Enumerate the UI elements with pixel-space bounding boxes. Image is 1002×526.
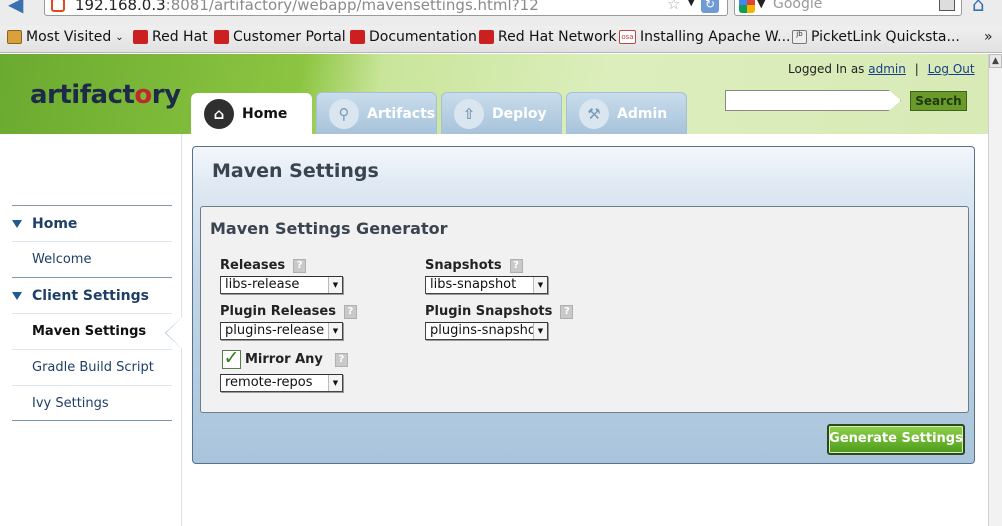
sidebar-item-ivy-settings[interactable]: Ivy Settings xyxy=(12,385,172,421)
home-icon: ⌂ xyxy=(204,99,234,129)
collapse-triangle-icon xyxy=(12,291,22,300)
mirror-any-label: ✓ Mirror Any? xyxy=(222,349,348,369)
releases-label: Releases? xyxy=(220,258,307,273)
plugin-releases-select[interactable]: plugins-release ▼ xyxy=(220,322,343,340)
osa-icon: osa xyxy=(619,30,636,44)
google-icon xyxy=(739,0,755,13)
sidebar-item-maven-settings[interactable]: Maven Settings xyxy=(12,313,172,349)
chevron-down-icon: ⌄ xyxy=(115,31,124,43)
plugin-snapshots-label: Plugin Snapshots? xyxy=(425,304,574,319)
search-engine-icon[interactable] xyxy=(939,0,955,11)
web-search-box[interactable]: ▼ Google xyxy=(734,0,962,16)
app-header: artifactory Logged In as admin | Log Out… xyxy=(0,54,1002,134)
help-icon[interactable]: ? xyxy=(293,258,307,273)
url-dropdown-icon[interactable]: ▼ xyxy=(687,0,695,8)
sidebar-divider xyxy=(12,420,172,421)
wrench-icon: ⚒ xyxy=(579,98,609,129)
web-search-placeholder: Google xyxy=(773,0,823,12)
bookmark-documentation[interactable]: Documentation xyxy=(350,29,477,45)
search-button[interactable]: Search xyxy=(910,91,967,111)
bookmark-most-visited[interactable]: Most Visited ⌄ xyxy=(7,29,124,45)
bookmark-red-hat[interactable]: Red Hat xyxy=(133,29,208,45)
sidebar: Home Welcome Client Settings Maven Setti… xyxy=(0,134,182,526)
logout-link[interactable]: Log Out xyxy=(928,62,975,76)
redhat-icon xyxy=(214,30,229,44)
generate-settings-button[interactable]: Generate Settings xyxy=(827,424,965,455)
bookmark-red-hat-network[interactable]: Red Hat Network xyxy=(479,29,617,45)
redhat-icon xyxy=(133,30,148,44)
search-input[interactable] xyxy=(725,90,901,111)
generator-box: Maven Settings Generator Releases? libs-… xyxy=(200,206,969,413)
help-icon[interactable]: ? xyxy=(560,304,574,319)
bookmark-installing-apache[interactable]: osa Installing Apache W... xyxy=(619,29,791,45)
url-text: 192.168.0.3:8081/artifactory/webapp/mave… xyxy=(75,0,539,14)
folder-icon xyxy=(7,30,22,44)
tab-admin[interactable]: ⚒ Admin xyxy=(566,92,687,134)
vertical-scrollbar[interactable] xyxy=(988,54,1002,526)
jboss-icon: jb xyxy=(792,30,807,44)
address-bar[interactable]: 192.168.0.3:8081/artifactory/webapp/mave… xyxy=(44,0,728,16)
tab-deploy[interactable]: ⇧ Deploy xyxy=(441,92,562,134)
bookmark-customer-portal[interactable]: Customer Portal xyxy=(214,29,346,45)
bookmark-star-icon[interactable]: ☆ xyxy=(667,0,680,13)
mirror-any-checkbox[interactable]: ✓ xyxy=(222,349,241,369)
user-link[interactable]: admin xyxy=(868,62,906,76)
bookmarks-toolbar: Most Visited ⌄ Red Hat Customer Portal Do… xyxy=(0,26,1002,53)
dropdown-arrow-icon: ▼ xyxy=(328,375,342,391)
scroll-up-arrow-icon[interactable]: ▲ xyxy=(989,54,1002,68)
redhat-icon xyxy=(479,30,494,44)
releases-select[interactable]: libs-release ▼ xyxy=(220,276,343,294)
plugin-releases-label: Plugin Releases? xyxy=(220,304,357,319)
plugin-snapshots-select[interactable]: plugins-snapshot ▼ xyxy=(425,322,548,340)
collapse-triangle-icon xyxy=(12,219,22,228)
sidebar-section-client-settings[interactable]: Client Settings xyxy=(12,277,172,313)
login-status: Logged In as admin | Log Out xyxy=(788,62,975,76)
help-icon[interactable]: ? xyxy=(334,352,348,367)
maven-settings-panel: Maven Settings Maven Settings Generator … xyxy=(192,146,975,464)
bookmark-picketlink[interactable]: jb PicketLink Quicksta... xyxy=(792,29,960,45)
search-icon: ⚲ xyxy=(329,98,359,129)
help-icon[interactable]: ? xyxy=(509,258,523,273)
site-favicon-icon xyxy=(51,0,65,12)
reload-icon[interactable]: ↻ xyxy=(701,0,719,13)
sidebar-section-home[interactable]: Home xyxy=(12,205,172,241)
dropdown-arrow-icon: ▼ xyxy=(328,323,342,339)
snapshots-label: Snapshots? xyxy=(425,258,523,273)
dropdown-arrow-icon: ▼ xyxy=(533,323,547,339)
bookmarks-overflow-icon[interactable]: » xyxy=(984,29,993,45)
home-icon[interactable]: ⌂ xyxy=(972,0,992,14)
snapshots-select[interactable]: libs-snapshot ▼ xyxy=(425,276,548,294)
dropdown-arrow-icon: ▼ xyxy=(328,277,342,293)
sidebar-item-welcome[interactable]: Welcome xyxy=(12,241,172,277)
sidebar-item-gradle-build-script[interactable]: Gradle Build Script xyxy=(12,349,172,385)
dropdown-arrow-icon: ▼ xyxy=(533,277,547,293)
artifactory-logo[interactable]: artifactory xyxy=(30,80,181,110)
tab-artifacts[interactable]: ⚲ Artifacts xyxy=(316,92,437,134)
browser-toolbar: ◀ 192.168.0.3:8081/artifactory/webapp/ma… xyxy=(0,0,1002,26)
page-title: Maven Settings xyxy=(212,160,379,182)
tab-home[interactable]: ⌂ Home xyxy=(191,93,312,134)
upload-icon: ⇧ xyxy=(454,98,484,129)
back-arrow-icon[interactable]: ◀ xyxy=(8,0,32,14)
search-engine-dropdown-icon[interactable]: ▼ xyxy=(757,0,765,10)
redhat-icon xyxy=(350,30,365,44)
mirror-any-select[interactable]: remote-repos ▼ xyxy=(220,374,343,392)
help-icon[interactable]: ? xyxy=(343,304,357,319)
generator-title: Maven Settings Generator xyxy=(210,219,448,238)
